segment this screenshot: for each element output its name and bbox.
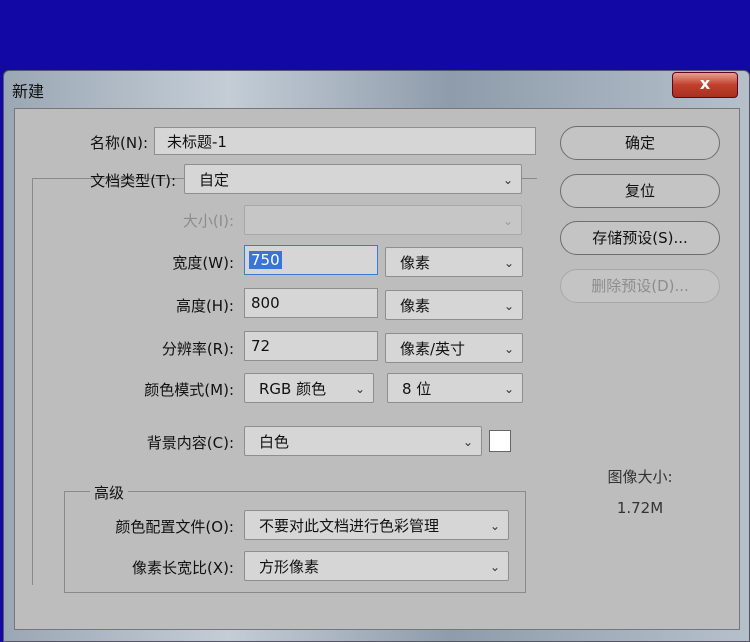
ok-button[interactable]: 确定	[560, 126, 720, 160]
background-color-swatch[interactable]	[489, 430, 511, 452]
chevron-down-icon: ⌄	[462, 435, 473, 449]
resolution-unit: 像素/英寸	[400, 340, 466, 358]
reset-button[interactable]: 复位	[560, 174, 720, 208]
width-value: 750	[249, 251, 282, 269]
color-profile-value: 不要对此文档进行色彩管理	[259, 517, 440, 535]
pixel-aspect-value: 方形像素	[259, 558, 320, 576]
color-mode-value: RGB 颜色	[259, 380, 327, 398]
delete-preset-button[interactable]: 删除预设(D)...	[560, 269, 720, 303]
height-label: 高度(H):	[175, 297, 234, 315]
name-input[interactable]: 未标题-1	[154, 127, 536, 155]
color-mode-label: 颜色模式(M):	[144, 381, 234, 399]
width-unit: 像素	[400, 254, 431, 272]
resolution-label: 分辨率(R):	[161, 340, 234, 358]
chevron-down-icon: ⌄	[502, 173, 513, 187]
chevron-down-icon: ⌄	[503, 342, 514, 356]
bit-depth-select[interactable]: 8 位 ⌄	[387, 373, 523, 403]
chevron-down-icon: ⌄	[489, 560, 500, 574]
background-value: 白色	[259, 433, 290, 451]
background-label: 背景内容(C):	[146, 434, 234, 452]
color-profile-label: 颜色配置文件(O):	[115, 518, 234, 536]
chevron-down-icon: ⌄	[503, 299, 514, 313]
width-input[interactable]: 750	[244, 245, 378, 275]
chevron-down-icon: ⌄	[489, 519, 500, 533]
size-label: 大小(I):	[182, 212, 234, 230]
resolution-input[interactable]: 72	[244, 331, 378, 361]
image-size-value: 1.72M	[616, 499, 664, 517]
width-unit-select[interactable]: 像素 ⌄	[385, 247, 523, 277]
color-mode-select[interactable]: RGB 颜色 ⌄	[244, 373, 374, 403]
doc-type-label: 文档类型(T):	[90, 172, 176, 190]
doc-type-value: 自定	[199, 171, 230, 189]
height-unit-select[interactable]: 像素 ⌄	[385, 290, 523, 320]
pixel-aspect-label: 像素长宽比(X):	[131, 559, 234, 577]
advanced-title: 高级	[90, 482, 129, 503]
name-label: 名称(N):	[90, 134, 148, 152]
dialog-title: 新建	[12, 82, 45, 101]
chevron-down-icon: ⌄	[503, 256, 514, 270]
image-size-label: 图像大小:	[607, 468, 673, 486]
bit-depth-value: 8 位	[402, 380, 432, 398]
size-select: ⌄	[244, 205, 522, 235]
pixel-aspect-select[interactable]: 方形像素 ⌄	[244, 551, 509, 581]
doc-type-select[interactable]: 自定 ⌄	[184, 164, 522, 194]
height-unit: 像素	[400, 297, 431, 315]
chevron-down-icon: ⌄	[354, 382, 365, 396]
chevron-down-icon: ⌄	[502, 214, 513, 228]
width-label: 宽度(W):	[172, 254, 234, 272]
chevron-down-icon: ⌄	[503, 382, 514, 396]
close-button[interactable]: x	[672, 72, 738, 98]
resolution-unit-select[interactable]: 像素/英寸 ⌄	[385, 333, 523, 363]
color-profile-select[interactable]: 不要对此文档进行色彩管理 ⌄	[244, 510, 509, 540]
background-select[interactable]: 白色 ⌄	[244, 426, 482, 456]
height-input[interactable]: 800	[244, 288, 378, 318]
save-preset-button[interactable]: 存储预设(S)...	[560, 221, 720, 255]
